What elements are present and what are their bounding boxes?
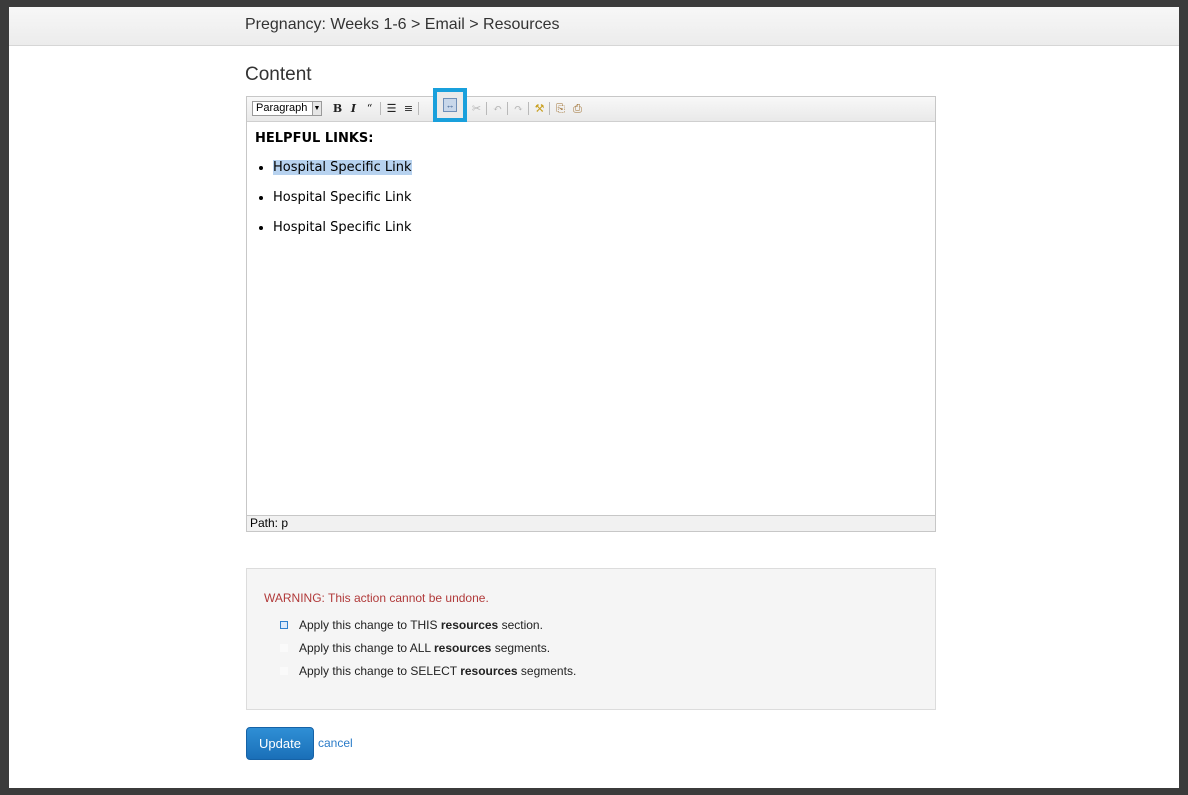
toolbar-divider [486, 102, 487, 115]
warning-panel: WARNING: This action cannot be undone. A… [246, 568, 936, 710]
checkbox[interactable] [280, 621, 288, 629]
selected-link-text[interactable]: Hospital Specific Link [273, 160, 412, 175]
editor-toolbar: Paragraph ▼ B I “ ☰ ≡ ↔ ✂ ↶ ↷ ⚒ ⎘ ⎙ [247, 88, 935, 122]
paste-word-button[interactable]: ⎙ [570, 101, 585, 116]
breadcrumb: Pregnancy: Weeks 1-6 > Email > Resources [245, 16, 560, 33]
editor-path-bar: Path: p [247, 515, 935, 531]
toolbar-divider [507, 102, 508, 115]
option-label: Apply this change to THIS resources sect… [299, 618, 543, 632]
link-text[interactable]: Hospital Specific Link [273, 190, 412, 205]
option-label: Apply this change to SELECT resources se… [299, 664, 577, 678]
section-title: Content [245, 64, 312, 85]
top-bar: Pregnancy: Weeks 1-6 > Email > Resources [9, 7, 1179, 46]
toolbar-divider [418, 102, 419, 115]
toolbar-divider [549, 102, 550, 115]
insert-link-button[interactable]: ↔ [433, 88, 467, 122]
bullet-list-button[interactable]: ☰ [384, 101, 399, 116]
unlink-button[interactable]: ✂ [469, 101, 484, 116]
link-text[interactable]: Hospital Specific Link [273, 220, 412, 235]
format-select[interactable]: Paragraph ▼ [252, 101, 322, 116]
list-item: Hospital Specific Link [273, 220, 927, 235]
link-list: Hospital Specific Link Hospital Specific… [255, 160, 927, 235]
link-icon: ↔ [443, 98, 457, 112]
checkbox[interactable] [280, 644, 288, 652]
chevron-down-icon: ▼ [312, 102, 321, 115]
format-select-value: Paragraph [256, 102, 308, 114]
cleanup-button[interactable]: ⚒ [532, 101, 547, 116]
editor-content[interactable]: HELPFUL LINKS: Hospital Specific Link Ho… [255, 131, 927, 250]
list-item: Hospital Specific Link [273, 190, 927, 205]
warning-message: WARNING: This action cannot be undone. [264, 591, 489, 605]
list-item: Hospital Specific Link [273, 160, 927, 175]
page-frame: Pregnancy: Weeks 1-6 > Email > Resources… [9, 7, 1179, 788]
paste-text-button[interactable]: ⎘ [553, 101, 568, 116]
option-label: Apply this change to ALL resources segme… [299, 641, 551, 655]
toolbar-divider [380, 102, 381, 115]
bold-button[interactable]: B [330, 101, 345, 116]
italic-button[interactable]: I [346, 101, 361, 116]
cancel-link[interactable]: cancel [318, 736, 353, 750]
numbered-list-button[interactable]: ≡ [401, 101, 416, 116]
rich-text-editor[interactable]: Paragraph ▼ B I “ ☰ ≡ ↔ ✂ ↶ ↷ ⚒ ⎘ ⎙ HELP… [246, 88, 936, 532]
content-heading: HELPFUL LINKS: [255, 131, 374, 146]
update-button[interactable]: Update [246, 727, 314, 760]
undo-button[interactable]: ↶ [490, 101, 505, 116]
toolbar-divider [528, 102, 529, 115]
redo-button[interactable]: ↷ [511, 101, 526, 116]
blockquote-button[interactable]: “ [362, 101, 377, 116]
checkbox[interactable] [280, 667, 288, 675]
